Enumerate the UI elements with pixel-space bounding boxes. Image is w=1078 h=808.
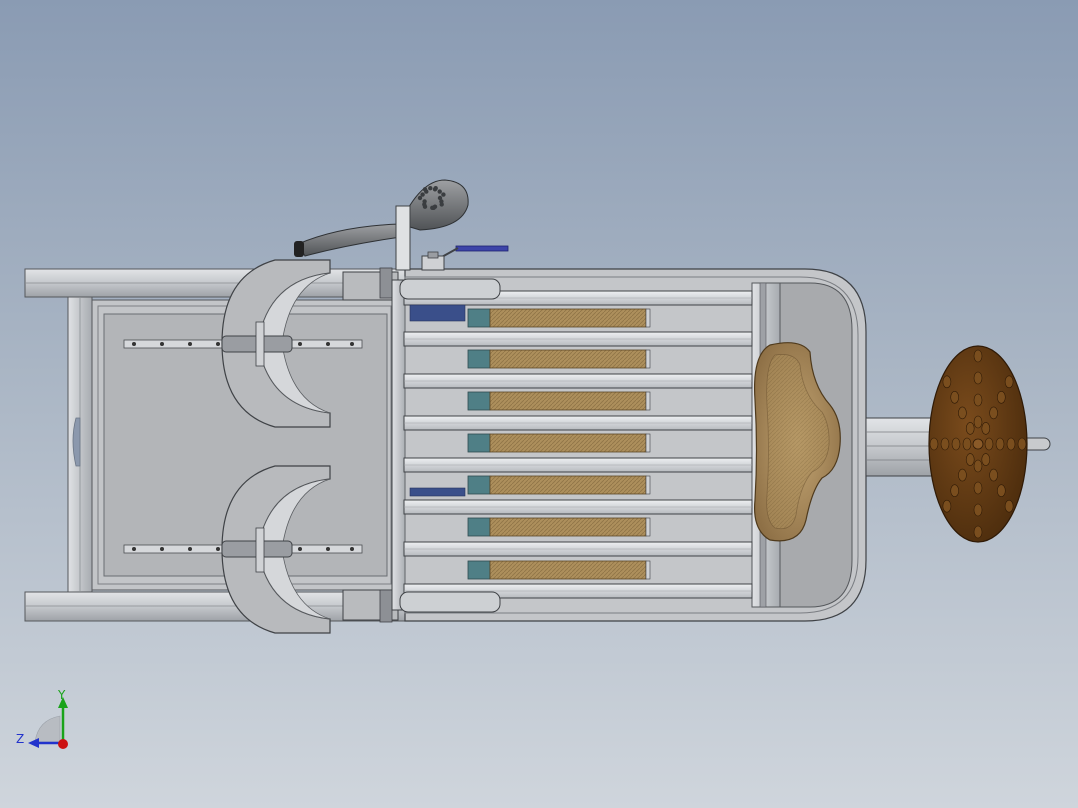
- wheel-stud: [989, 468, 998, 482]
- bolt-hole: [160, 342, 164, 346]
- filter-cartridge: [467, 308, 651, 328]
- wheel-stud: [965, 422, 975, 435]
- bolt-hole: [188, 547, 192, 551]
- wheel-stud: [962, 437, 972, 451]
- wheel-studs: [929, 349, 1027, 539]
- bolt-hole: [350, 342, 354, 346]
- wheel-stud: [981, 422, 991, 435]
- bolt-hole: [326, 342, 330, 346]
- cad-viewport[interactable]: Y Z: [0, 0, 1078, 808]
- bolt-hole: [216, 342, 220, 346]
- wheel-stud: [973, 415, 983, 429]
- bolt-hole: [132, 547, 136, 551]
- wheel-stud: [995, 437, 1005, 451]
- wheel-stud: [973, 525, 983, 539]
- wheel-stud: [940, 437, 950, 451]
- filter-cartridge: [467, 475, 651, 495]
- wheel-stud: [973, 349, 983, 363]
- wheel-stud: [973, 371, 983, 385]
- triad-z-label: Z: [16, 732, 25, 746]
- wheel-stud: [929, 437, 939, 451]
- wheel-stud: [973, 481, 983, 495]
- bolt-hole: [216, 547, 220, 551]
- bolt-hole: [326, 547, 330, 551]
- wheel-stud: [958, 468, 967, 482]
- filter-cartridge: [467, 560, 651, 580]
- wheel-stud: [942, 375, 952, 389]
- wheel-stud: [973, 503, 983, 517]
- orientation-triad: [28, 697, 68, 749]
- bolt-hole: [298, 342, 302, 346]
- bolt-hole: [132, 342, 136, 346]
- wheel-stud: [942, 499, 952, 513]
- wheel-stud: [1017, 437, 1027, 451]
- wheel-stud: [1004, 375, 1014, 389]
- bolt-hole: [350, 547, 354, 551]
- triad-y-label: Y: [58, 688, 66, 702]
- wheel-stud: [950, 390, 960, 404]
- wheel-stud: [973, 393, 983, 407]
- wheel-stud: [1004, 499, 1014, 513]
- wheel-stud: [1006, 437, 1016, 451]
- bolt-hole: [188, 342, 192, 346]
- bolt-hole: [160, 547, 164, 551]
- filter-cartridge: [467, 391, 651, 411]
- wheel-stud: [965, 453, 975, 466]
- cad-model-view[interactable]: [0, 0, 1078, 808]
- wheel-stud: [996, 484, 1006, 498]
- wheel-stud: [950, 484, 960, 498]
- x-axis-dot: [58, 739, 68, 749]
- filter-cartridge: [467, 433, 651, 453]
- filter-cartridge: [467, 349, 651, 369]
- wheel-stud: [973, 459, 983, 473]
- filter-cartridge: [467, 517, 651, 537]
- wheel-stud: [984, 437, 994, 451]
- wheel-stud: [951, 437, 961, 451]
- wheel-stud: [981, 453, 991, 466]
- valve-handle[interactable]: [421, 245, 509, 271]
- wheel-stud: [958, 406, 967, 420]
- wheel-stud: [996, 390, 1006, 404]
- massage-wheel[interactable]: [928, 345, 1028, 543]
- wheel-stud: [989, 406, 998, 420]
- bolt-hole: [298, 547, 302, 551]
- shower-mount: [395, 205, 411, 271]
